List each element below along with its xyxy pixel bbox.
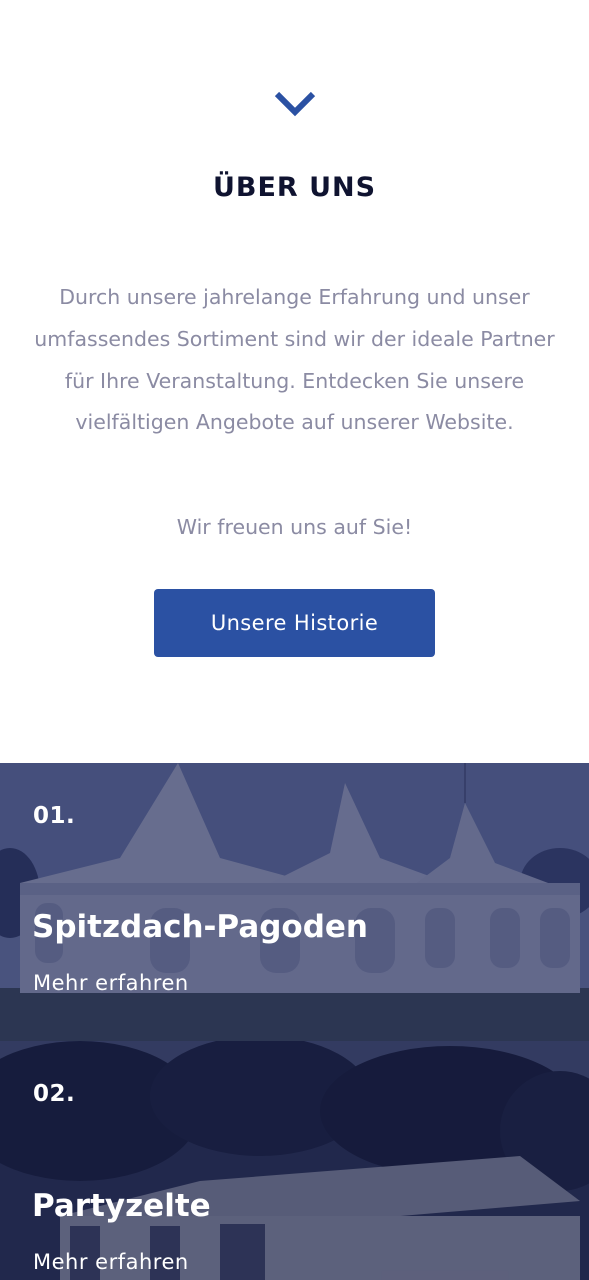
chevron-down-icon[interactable] xyxy=(273,86,317,120)
card-overlay xyxy=(0,763,589,1041)
product-card-pagoden[interactable]: 01. Spitzdach-Pagoden Mehr erfahren xyxy=(0,763,589,1041)
page: ÜBER UNS Durch unsere jahrelange Erfahru… xyxy=(0,0,589,1280)
card-title: Spitzdach-Pagoden xyxy=(32,909,369,945)
history-button[interactable]: Unsere Historie xyxy=(154,589,435,657)
card-title: Partyzelte xyxy=(32,1188,211,1224)
card-overlay xyxy=(0,1041,589,1280)
more-info-link[interactable]: Mehr erfahren xyxy=(33,971,189,995)
more-info-link[interactable]: Mehr erfahren xyxy=(33,1250,189,1274)
product-card-partyzelte[interactable]: 02. Partyzelte Mehr erfahren xyxy=(0,1041,589,1280)
card-number: 01. xyxy=(33,803,76,829)
card-number: 02. xyxy=(33,1081,76,1107)
greeting-text: Wir freuen uns auf Sie! xyxy=(176,515,413,539)
section-heading: ÜBER UNS xyxy=(212,172,377,203)
about-description: Durch unsere jahrelange Erfahrung und un… xyxy=(34,285,555,435)
